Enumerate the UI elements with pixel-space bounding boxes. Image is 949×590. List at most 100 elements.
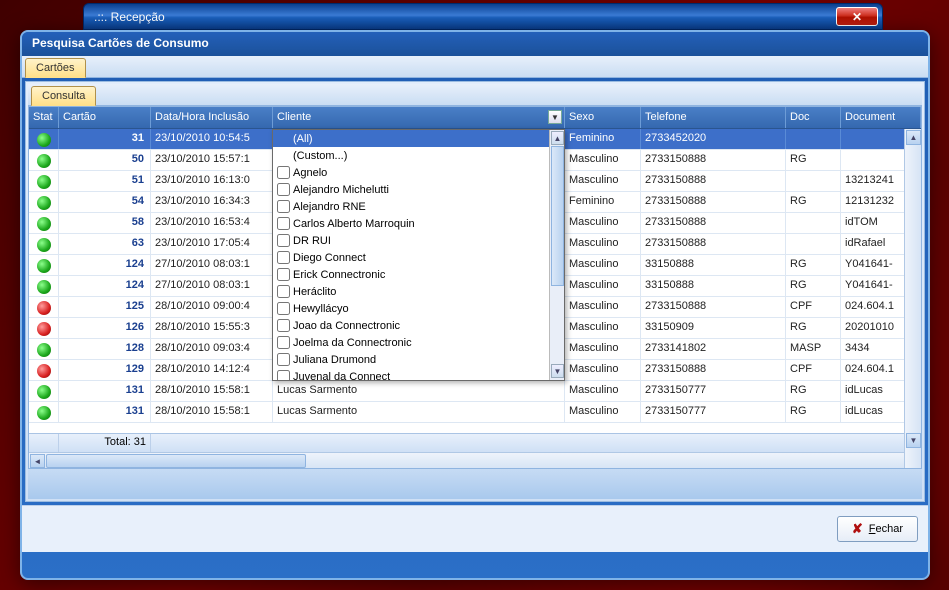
telefone-cell: 2733452020 [641,129,786,149]
telefone-cell: 33150888 [641,276,786,296]
status-green-icon [37,280,51,294]
status-red-icon [37,322,51,336]
filter-scroll-thumb[interactable] [551,146,564,286]
status-cell [29,192,59,212]
table-row[interactable]: 13128/10/2010 15:58:1Lucas SarmentoMascu… [29,402,921,423]
doc-cell: RG [786,402,841,422]
telefone-cell: 2733150888 [641,150,786,170]
col-sexo[interactable]: Sexo [565,107,641,128]
filter-item[interactable]: Erick Connectronic [273,266,564,283]
filter-item[interactable]: Heráclito [273,283,564,300]
close-icon: ✕ [852,10,862,24]
col-documento[interactable]: Document [841,107,921,128]
inner-tab-strip: Consulta [28,84,922,106]
filter-item[interactable]: Agnelo [273,164,564,181]
filter-item-label: Diego Connect [293,252,366,264]
filter-checkbox[interactable] [277,268,290,281]
filter-checkbox[interactable] [277,319,290,332]
filter-item[interactable]: Juliana Drumond [273,351,564,368]
filter-item[interactable]: Alejandro Michelutti [273,181,564,198]
sexo-cell: Masculino [565,255,641,275]
status-cell [29,276,59,296]
doc-cell: MASP [786,339,841,359]
filter-checkbox[interactable] [277,234,290,247]
filter-item[interactable]: Diego Connect [273,249,564,266]
data-cell: 28/10/2010 09:00:4 [151,297,273,317]
hscroll-thumb[interactable] [46,454,306,468]
col-doc[interactable]: Doc [786,107,841,128]
filter-checkbox[interactable] [277,217,290,230]
status-green-icon [37,217,51,231]
cliente-cell: Lucas Sarmento [273,381,565,401]
main-window: Pesquisa Cartões de Consumo Cartões Cons… [20,30,930,580]
data-cell: 23/10/2010 16:53:4 [151,213,273,233]
cartao-cell: 129 [59,360,151,380]
filter-item[interactable]: Juvenal da Connect [273,368,564,381]
doc-cell [786,234,841,254]
filter-checkbox[interactable] [277,353,290,366]
doc-cell: RG [786,318,841,338]
filter-checkbox[interactable] [277,183,290,196]
col-telefone[interactable]: Telefone [641,107,786,128]
filter-item[interactable]: DR RUI [273,232,564,249]
doc-cell [786,171,841,191]
filter-all[interactable]: (All) [273,130,564,147]
telefone-cell: 2733150777 [641,381,786,401]
fechar-button[interactable]: ✘ Fechar [837,516,918,542]
filter-checkbox[interactable] [277,166,290,179]
outer-close-button[interactable]: ✕ [836,7,878,26]
filter-checkbox[interactable] [277,285,290,298]
cartao-cell: 51 [59,171,151,191]
horizontal-scrollbar[interactable]: ◄ ► [29,452,921,469]
filter-checkbox[interactable] [277,200,290,213]
doc-cell: RG [786,381,841,401]
sexo-cell: Masculino [565,150,641,170]
doc-cell: RG [786,255,841,275]
filter-checkbox[interactable] [277,370,290,381]
status-red-icon [37,364,51,378]
filter-scrollbar[interactable]: ▲ ▼ [549,130,564,380]
filter-custom[interactable]: (Custom...) [273,147,564,164]
main-titlebar[interactable]: Pesquisa Cartões de Consumo [22,32,928,56]
filter-scroll-down-arrow[interactable]: ▼ [551,364,564,378]
data-cell: 23/10/2010 17:05:4 [151,234,273,254]
sexo-cell: Masculino [565,339,641,359]
grid: Stat Cartão Data/Hora Inclusão Cliente ▼… [28,106,922,469]
filter-checkbox[interactable] [277,251,290,264]
telefone-cell: 2733150888 [641,213,786,233]
inner-panel: Consulta Stat Cartão Data/Hora Inclusão … [25,81,925,502]
scroll-up-arrow[interactable]: ▲ [906,130,921,145]
col-cliente[interactable]: Cliente ▼ [273,107,565,128]
data-cell: 23/10/2010 16:34:3 [151,192,273,212]
telefone-cell: 2733150888 [641,171,786,191]
filter-item[interactable]: Carlos Alberto Marroquin [273,215,564,232]
col-cartao[interactable]: Cartão [59,107,151,128]
doc-cell: CPF [786,360,841,380]
status-cell [29,255,59,275]
vertical-scrollbar[interactable]: ▲ ▼ [904,129,921,469]
scroll-down-arrow[interactable]: ▼ [906,433,921,448]
status-green-icon [37,133,51,147]
table-row[interactable]: 13128/10/2010 15:58:1Lucas SarmentoMascu… [29,381,921,402]
cartao-cell: 131 [59,381,151,401]
scroll-left-arrow[interactable]: ◄ [30,454,45,468]
cartao-cell: 54 [59,192,151,212]
outer-tab-strip: Cartões [22,56,928,78]
filter-item[interactable]: Hewyllácyo [273,300,564,317]
outer-titlebar[interactable]: .::. Recepção ✕ [83,3,883,30]
data-cell: 28/10/2010 15:58:1 [151,381,273,401]
filter-item-label: Alejandro RNE [293,201,366,213]
filter-checkbox[interactable] [277,336,290,349]
tab-consulta[interactable]: Consulta [31,86,96,106]
filter-item[interactable]: Joelma da Connectronic [273,334,564,351]
col-data[interactable]: Data/Hora Inclusão [151,107,273,128]
tab-cartoes[interactable]: Cartões [25,58,86,78]
filter-checkbox[interactable] [277,302,290,315]
filter-item[interactable]: Alejandro RNE [273,198,564,215]
data-cell: 23/10/2010 15:57:1 [151,150,273,170]
filter-dropdown-arrow[interactable]: ▼ [548,110,562,124]
filter-item[interactable]: Joao da Connectronic [273,317,564,334]
cartao-cell: 31 [59,129,151,149]
filter-scroll-up-arrow[interactable]: ▲ [551,131,564,145]
col-status[interactable]: Stat [29,107,59,128]
